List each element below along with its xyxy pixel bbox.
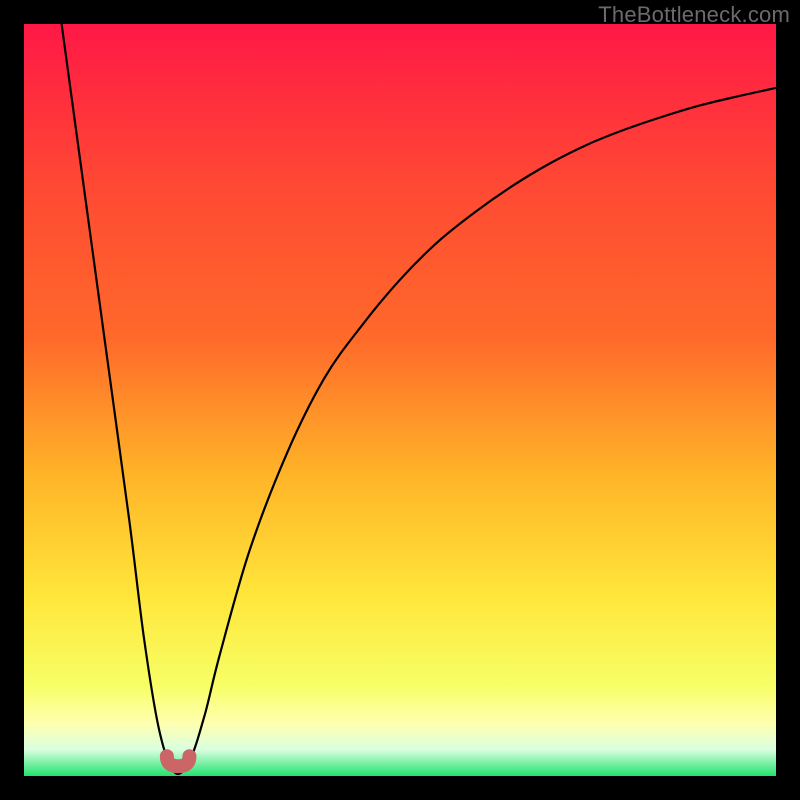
chart-svg [24, 24, 776, 776]
gradient-background [24, 24, 776, 776]
plot-area [24, 24, 776, 776]
chart-frame: TheBottleneck.com [0, 0, 800, 800]
